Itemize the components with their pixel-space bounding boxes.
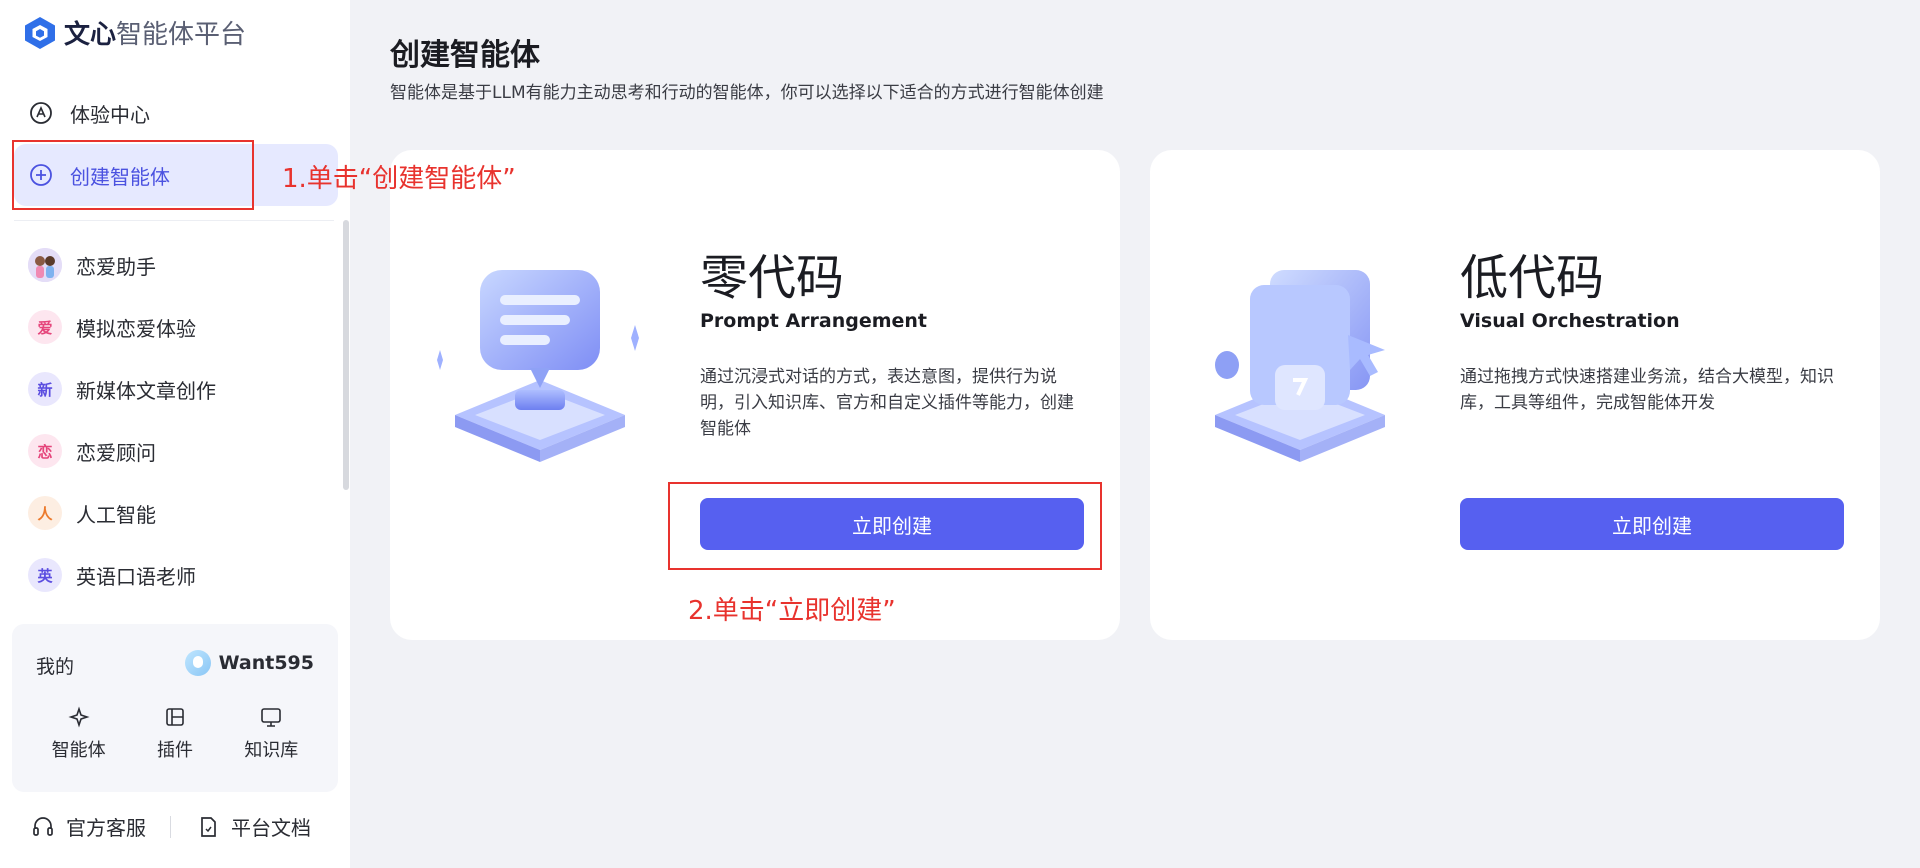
monitor-icon bbox=[261, 708, 282, 727]
avatar bbox=[184, 650, 211, 676]
user-profile[interactable]: Want595 bbox=[184, 650, 314, 676]
agent-label: 模拟恋爱体验 bbox=[76, 316, 196, 341]
my-label: 我的 bbox=[36, 656, 75, 678]
agent-item[interactable]: 英 英语口语老师 bbox=[14, 544, 334, 606]
agent-item[interactable]: 恋 恋爱顾问 bbox=[14, 420, 334, 482]
tool-knowledge[interactable]: 知识库 bbox=[244, 704, 298, 762]
zero-code-desc: 通过沉浸式对话的方式，表达意图，提供行为说明，引入知识库、官方和自定义插件等能力… bbox=[700, 367, 1074, 439]
agent-avatar: 英 bbox=[28, 558, 62, 592]
experience-center-icon bbox=[30, 102, 52, 124]
sidebar-footer: 官方客服 平台文档 bbox=[30, 812, 311, 841]
my-panel: 我的 Want595 智能体 插件 知识库 bbox=[12, 624, 338, 792]
sidebar: 文心智能体平台 体验中心 创建智能体 恋爱助手 爱 模拟恋爱体验 新 新媒体文章… bbox=[0, 0, 350, 868]
couple-avatar-icon bbox=[28, 248, 62, 282]
agent-avatar: 人 bbox=[28, 496, 62, 530]
nav-experience-label: 体验中心 bbox=[70, 102, 150, 127]
low-code-card: 低代码 Visual Orchestration 通过拖拽方式快速搭建业务流，结… bbox=[1150, 150, 1880, 640]
agent-avatar: 恋 bbox=[28, 434, 62, 468]
agent-item[interactable]: 人 人工智能 bbox=[14, 482, 334, 544]
annotation-highlight-create-agent bbox=[12, 140, 254, 210]
annotation-highlight-create-button bbox=[668, 482, 1102, 570]
customer-service-link[interactable]: 官方客服 bbox=[30, 812, 146, 841]
username: Want595 bbox=[218, 652, 314, 674]
agent-item[interactable]: 新 新媒体文章创作 bbox=[14, 358, 334, 420]
document-icon bbox=[201, 816, 216, 837]
docs-label: 平台文档 bbox=[231, 816, 311, 840]
tool-agents-label: 智能体 bbox=[51, 740, 106, 761]
agent-label: 恋爱顾问 bbox=[76, 440, 156, 465]
low-code-create-button[interactable]: 立即创建 bbox=[1460, 498, 1844, 550]
brand-logo[interactable]: 文心智能体平台 bbox=[24, 14, 246, 51]
agent-label: 新媒体文章创作 bbox=[76, 378, 216, 403]
agent-label: 人工智能 bbox=[76, 502, 156, 527]
low-code-title: 低代码 bbox=[1460, 250, 1605, 306]
plugin-icon bbox=[166, 708, 184, 726]
low-code-subtitle: Visual Orchestration bbox=[1460, 310, 1680, 332]
customer-service-label: 官方客服 bbox=[66, 816, 146, 840]
cursor-screen-illustration bbox=[1215, 270, 1385, 462]
page-subtitle: 智能体是基于LLM有能力主动思考和行动的智能体，你可以选择以下适合的方式进行智能… bbox=[390, 83, 1104, 103]
brand-name: 文心智能体平台 bbox=[64, 20, 247, 50]
tool-knowledge-label: 知识库 bbox=[244, 740, 299, 761]
agent-label: 恋爱助手 bbox=[76, 254, 156, 279]
tool-agents[interactable]: 智能体 bbox=[52, 704, 106, 762]
agent-list: 恋爱助手 爱 模拟恋爱体验 新 新媒体文章创作 恋 恋爱顾问 人 人工智能 英 … bbox=[14, 234, 334, 606]
agent-label: 英语口语老师 bbox=[76, 564, 196, 589]
tool-plugins[interactable]: 插件 bbox=[157, 704, 193, 762]
brand-logo-icon bbox=[25, 16, 55, 49]
sparkle-icon bbox=[68, 706, 90, 728]
headset-icon bbox=[33, 816, 53, 836]
nav-experience-center[interactable]: 体验中心 bbox=[14, 82, 338, 144]
my-tools: 智能体 插件 知识库 bbox=[12, 704, 338, 762]
low-code-desc: 通过拖拽方式快速搭建业务流，结合大模型，知识库，工具等组件，完成智能体开发 bbox=[1460, 367, 1834, 413]
annotation-step1: 1.单击“创建智能体” bbox=[282, 164, 516, 194]
docs-link[interactable]: 平台文档 bbox=[195, 812, 311, 841]
agent-item[interactable]: 恋爱助手 bbox=[14, 234, 334, 296]
footer-divider bbox=[170, 815, 171, 838]
tool-plugins-label: 插件 bbox=[156, 740, 193, 761]
agent-avatar: 爱 bbox=[28, 310, 62, 344]
agent-avatar: 新 bbox=[28, 372, 62, 406]
agent-avatar bbox=[28, 248, 62, 282]
chat-bubble-illustration bbox=[437, 270, 639, 462]
sidebar-scrollbar[interactable] bbox=[343, 220, 349, 490]
zero-code-title: 零代码 bbox=[700, 250, 845, 306]
annotation-step2: 2.单击“立即创建” bbox=[688, 596, 896, 626]
sidebar-divider bbox=[14, 220, 334, 221]
zero-code-subtitle: Prompt Arrangement bbox=[700, 310, 928, 332]
agent-item[interactable]: 爱 模拟恋爱体验 bbox=[14, 296, 334, 358]
page-title: 创建智能体 bbox=[390, 38, 540, 73]
